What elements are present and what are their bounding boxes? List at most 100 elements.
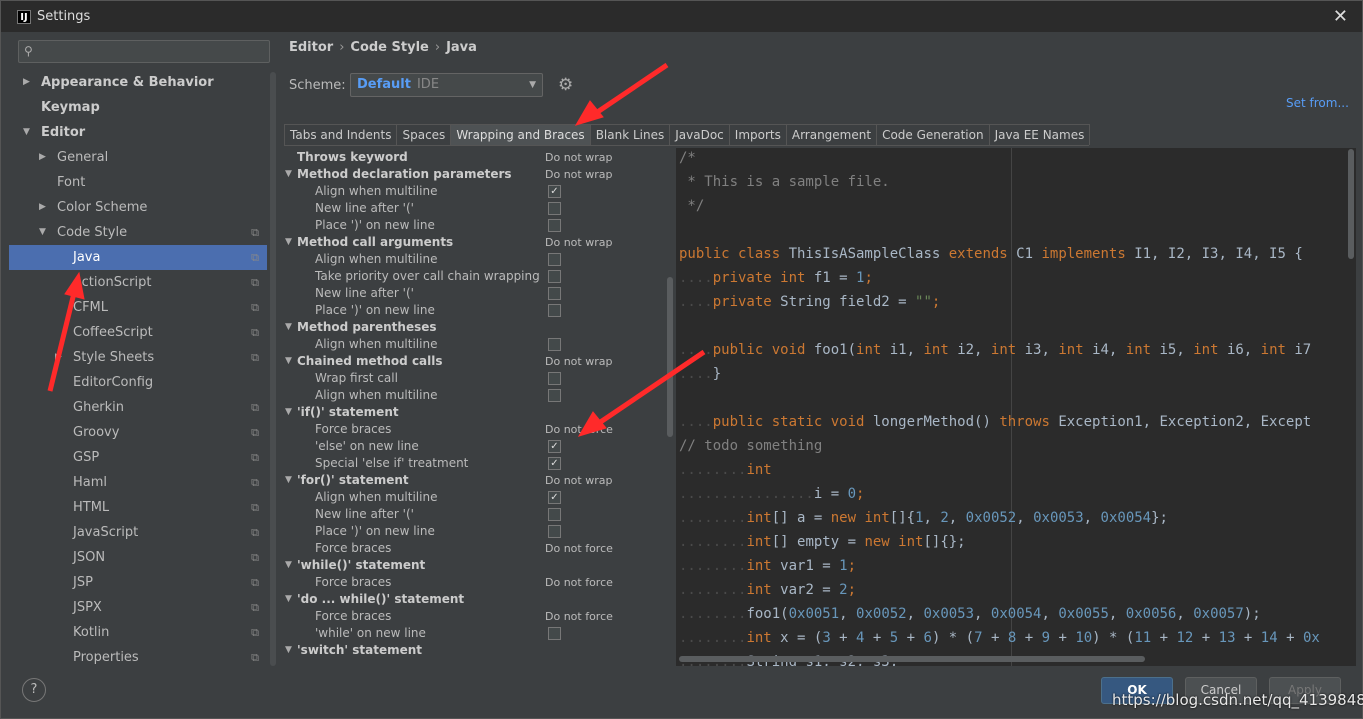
scheme-dropdown[interactable]: Default IDE ▼: [350, 73, 543, 97]
chevron-down-icon[interactable]: ▼: [39, 220, 46, 245]
option-value[interactable]: Do not force: [545, 608, 613, 625]
tree-item-cfml[interactable]: CFML ⧉: [9, 295, 267, 320]
option-checkbox[interactable]: [548, 525, 561, 538]
tree-item-properties[interactable]: Properties ⧉: [9, 645, 267, 670]
option-row[interactable]: Wrap first call: [281, 370, 667, 387]
tree-item-editor[interactable]: ▼ Editor: [9, 120, 267, 145]
option-row[interactable]: Force braces Do not force: [281, 574, 667, 591]
chevron-down-icon[interactable]: ▼: [285, 353, 292, 370]
option-row[interactable]: Place ')' on new line: [281, 302, 667, 319]
tree-item-jsp[interactable]: JSP ⧉: [9, 570, 267, 595]
tree-item-general[interactable]: ▶ General: [9, 145, 267, 170]
option-row[interactable]: Take priority over call chain wrapping: [281, 268, 667, 285]
chevron-right-icon[interactable]: ▶: [55, 345, 62, 370]
option-value[interactable]: Do not wrap: [545, 472, 612, 489]
option-checkbox[interactable]: [548, 372, 561, 385]
option-checkbox[interactable]: [548, 270, 561, 283]
option-group[interactable]: ▼ 'for()' statement Do not wrap: [281, 472, 667, 489]
option-row[interactable]: Force braces Do not force: [281, 540, 667, 557]
tab-arrangement[interactable]: Arrangement: [785, 124, 878, 145]
preview-vertical-scrollbar[interactable]: [1348, 149, 1354, 259]
option-checkbox[interactable]: ✓: [548, 491, 561, 504]
option-group[interactable]: Throws keyword Do not wrap: [281, 149, 667, 166]
option-row[interactable]: Place ')' on new line: [281, 217, 667, 234]
option-checkbox[interactable]: [548, 202, 561, 215]
help-button[interactable]: ?: [22, 678, 46, 702]
tab-tabs-and-indents[interactable]: Tabs and Indents: [284, 124, 398, 145]
chevron-right-icon[interactable]: ▶: [23, 70, 30, 95]
tree-item-code-style[interactable]: ▼ Code Style ⧉: [9, 220, 267, 245]
tree-item-kotlin[interactable]: Kotlin ⧉: [9, 620, 267, 645]
tree-item-haml[interactable]: Haml ⧉: [9, 470, 267, 495]
tree-item-javascript[interactable]: JavaScript ⧉: [9, 520, 267, 545]
option-row[interactable]: Force braces Do not force: [281, 608, 667, 625]
options-scrollbar[interactable]: [667, 277, 673, 437]
chevron-right-icon[interactable]: ▶: [39, 195, 46, 220]
option-value[interactable]: Do not force: [545, 540, 613, 557]
option-value[interactable]: Do not wrap: [545, 353, 612, 370]
option-row[interactable]: Align when multiline: [281, 387, 667, 404]
option-value[interactable]: Do not force: [545, 574, 613, 591]
option-row[interactable]: Align when multiline: [281, 336, 667, 353]
preview-horizontal-scrollbar[interactable]: [679, 656, 1145, 662]
chevron-down-icon[interactable]: ▼: [285, 166, 292, 183]
option-group[interactable]: ▼ 'do ... while()' statement: [281, 591, 667, 608]
option-value[interactable]: Do not wrap: [545, 234, 612, 251]
chevron-down-icon[interactable]: ▼: [23, 120, 30, 145]
chevron-down-icon[interactable]: ▼: [285, 472, 292, 489]
chevron-down-icon[interactable]: ▼: [285, 557, 292, 574]
tree-item-json[interactable]: JSON ⧉: [9, 545, 267, 570]
tree-item-color-scheme[interactable]: ▶ Color Scheme: [9, 195, 267, 220]
option-checkbox[interactable]: [548, 389, 561, 402]
tree-item-font[interactable]: Font: [9, 170, 267, 195]
tree-item-editorconfig[interactable]: EditorConfig: [9, 370, 267, 395]
tree-item-actionscript[interactable]: ActionScript ⧉: [9, 270, 267, 295]
option-checkbox[interactable]: [548, 287, 561, 300]
chevron-down-icon[interactable]: ▼: [285, 234, 292, 251]
tab-javadoc[interactable]: JavaDoc: [669, 124, 730, 145]
tab-imports[interactable]: Imports: [728, 124, 787, 145]
option-checkbox[interactable]: [548, 219, 561, 232]
option-value[interactable]: Do not wrap: [545, 166, 612, 183]
tab-spaces[interactable]: Spaces: [396, 124, 452, 145]
tree-item-keymap[interactable]: Keymap: [9, 95, 267, 120]
option-row[interactable]: New line after '(': [281, 506, 667, 523]
option-row[interactable]: Align when multiline ✓: [281, 183, 667, 200]
option-row[interactable]: Place ')' on new line: [281, 523, 667, 540]
option-checkbox[interactable]: ✓: [548, 457, 561, 470]
set-from-link[interactable]: Set from...: [1286, 96, 1349, 110]
tree-item-html[interactable]: HTML ⧉: [9, 495, 267, 520]
search-input[interactable]: ⚲: [18, 40, 270, 63]
option-checkbox[interactable]: ✓: [548, 185, 561, 198]
sidebar-scrollbar[interactable]: [270, 72, 276, 666]
tree-item-java[interactable]: Java ⧉: [9, 245, 267, 270]
chevron-down-icon[interactable]: ▼: [285, 404, 292, 421]
option-checkbox[interactable]: [548, 627, 561, 640]
chevron-right-icon[interactable]: ▶: [39, 145, 46, 170]
option-group[interactable]: ▼ 'while()' statement: [281, 557, 667, 574]
chevron-down-icon[interactable]: ▼: [285, 591, 292, 608]
option-group[interactable]: ▼ 'if()' statement: [281, 404, 667, 421]
option-group[interactable]: ▼ Method parentheses: [281, 319, 667, 336]
tree-item-gsp[interactable]: GSP ⧉: [9, 445, 267, 470]
option-group[interactable]: ▼ Method declaration parameters Do not wra…: [281, 166, 667, 183]
option-checkbox[interactable]: ✓: [548, 440, 561, 453]
chevron-down-icon[interactable]: ▼: [285, 319, 292, 336]
option-row[interactable]: Align when multiline: [281, 251, 667, 268]
option-checkbox[interactable]: [548, 304, 561, 317]
option-row[interactable]: 'while' on new line: [281, 625, 667, 642]
tree-item-style-sheets[interactable]: ▶ Style Sheets ⧉: [9, 345, 267, 370]
tab-wrapping-and-braces[interactable]: Wrapping and Braces: [450, 124, 591, 145]
tree-item-groovy[interactable]: Groovy ⧉: [9, 420, 267, 445]
option-row[interactable]: Force braces Do not force: [281, 421, 667, 438]
option-checkbox[interactable]: [548, 338, 561, 351]
tree-item-jspx[interactable]: JSPX ⧉: [9, 595, 267, 620]
option-group[interactable]: ▼ Method call arguments Do not wrap: [281, 234, 667, 251]
option-value[interactable]: Do not force: [545, 421, 613, 438]
gear-icon[interactable]: ⚙: [558, 75, 573, 95]
option-row[interactable]: New line after '(': [281, 285, 667, 302]
option-checkbox[interactable]: [548, 253, 561, 266]
chevron-down-icon[interactable]: ▼: [285, 642, 292, 659]
option-value[interactable]: Do not wrap: [545, 149, 612, 166]
option-row[interactable]: Align when multiline ✓: [281, 489, 667, 506]
